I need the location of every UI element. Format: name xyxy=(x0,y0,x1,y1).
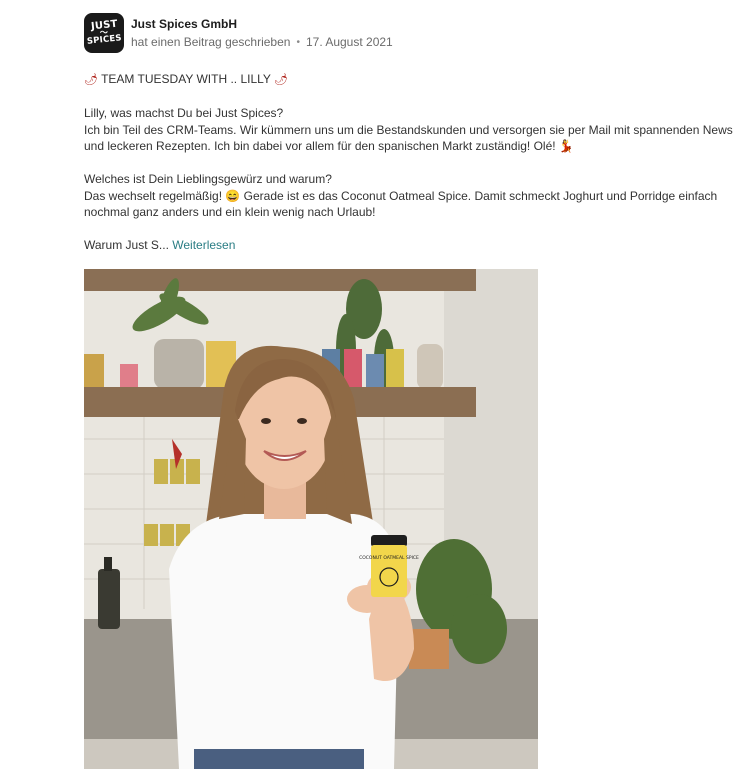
post-photo[interactable]: COCONUT OATMEAL SPICE xyxy=(84,269,538,769)
post-date[interactable]: 17. August 2021 xyxy=(306,35,393,49)
chili-pepper-icon: 🌶 xyxy=(84,74,98,86)
post-card: JUST 〜 SPICES Just Spices GmbH hat einen… xyxy=(0,0,754,782)
logo-text-just: JUST xyxy=(90,18,118,33)
post-header: JUST 〜 SPICES Just Spices GmbH hat einen… xyxy=(84,12,393,54)
read-more-link[interactable]: Weiterlesen xyxy=(172,238,235,252)
qa-block-1: Lilly, was machst Du bei Just Spices? Ic… xyxy=(84,105,734,155)
question-2: Welches ist Dein Lieblingsgewürz und war… xyxy=(84,172,332,186)
post-body: 🌶 TEAM TUESDAY WITH .. LILLY 🌶 Lilly, wa… xyxy=(84,71,734,270)
question-1: Lilly, was machst Du bei Just Spices? xyxy=(84,106,284,120)
company-logo[interactable]: JUST 〜 SPICES xyxy=(84,13,124,53)
truncated-line: Warum Just S... Weiterlesen xyxy=(84,237,734,254)
truncated-text: Warum Just S... xyxy=(84,238,169,252)
qa-block-2: Welches ist Dein Lieblingsgewürz und war… xyxy=(84,171,734,221)
post-subline: hat einen Beitrag geschrieben • 17. Augu… xyxy=(131,35,393,49)
post-action: hat einen Beitrag geschrieben xyxy=(131,35,291,49)
author-name[interactable]: Just Spices GmbH xyxy=(131,17,393,31)
post-title-line: 🌶 TEAM TUESDAY WITH .. LILLY 🌶 xyxy=(84,71,734,89)
post-meta: Just Spices GmbH hat einen Beitrag gesch… xyxy=(131,17,393,49)
jar-label: COCONUT OATMEAL SPICE xyxy=(359,555,419,561)
answer-2: Das wechselt regelmäßig! 😄 Gerade ist es… xyxy=(84,188,718,220)
separator-dot: • xyxy=(296,36,300,48)
answer-1: Ich bin Teil des CRM-Teams. Wir kümmern … xyxy=(84,122,733,154)
logo-text-spices: SPICES xyxy=(86,33,122,47)
chili-pepper-icon: 🌶 xyxy=(274,74,289,86)
photo-illustration: COCONUT OATMEAL SPICE xyxy=(84,269,538,769)
post-title: TEAM TUESDAY WITH .. LILLY xyxy=(101,72,271,86)
